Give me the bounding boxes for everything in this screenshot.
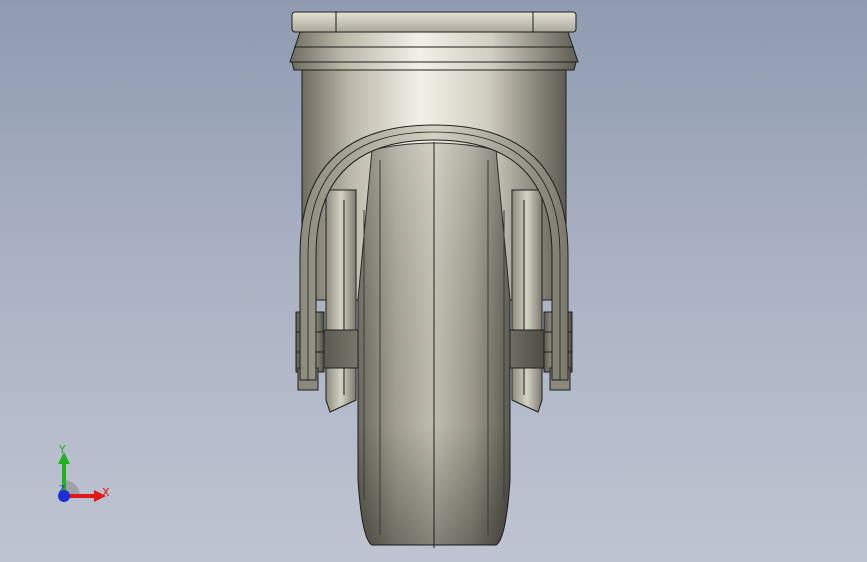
swivel-bearing[interactable] <box>289 31 579 71</box>
z-axis-label: Z <box>59 485 66 495</box>
y-axis-label: Y <box>59 443 66 456</box>
fork-leg-right[interactable] <box>511 189 543 413</box>
caster-model[interactable] <box>0 0 867 562</box>
wheel[interactable] <box>357 142 511 548</box>
top-plate[interactable] <box>291 11 577 33</box>
graphics-viewport[interactable]: Y X Z <box>0 0 867 562</box>
x-axis-label: X <box>102 486 110 499</box>
fork-leg-left[interactable] <box>325 189 357 413</box>
